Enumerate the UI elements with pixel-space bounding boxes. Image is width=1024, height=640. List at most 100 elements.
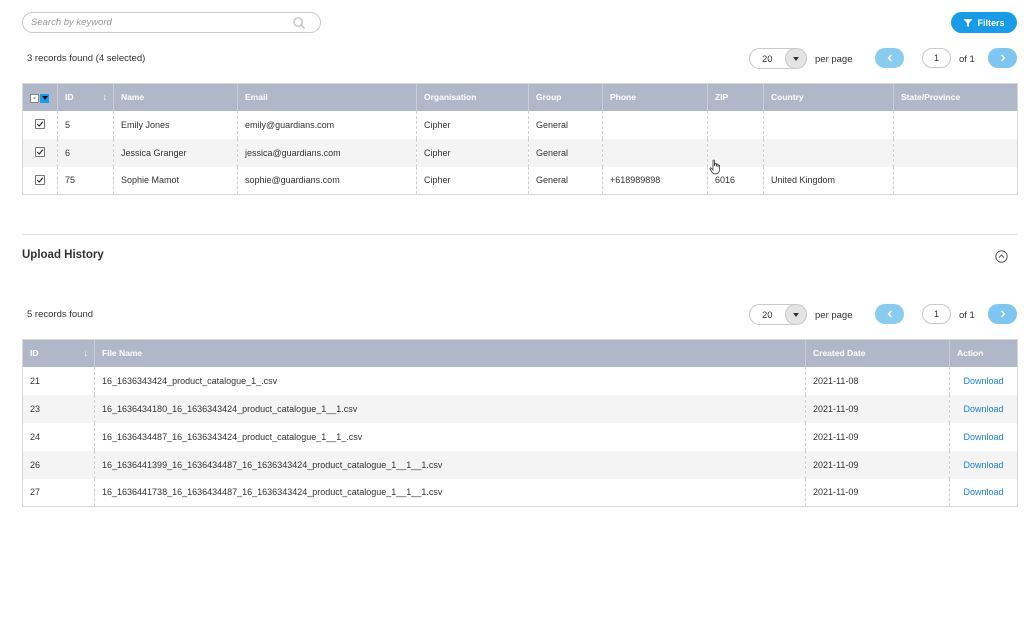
cell-id: 5	[57, 110, 114, 139]
col-organisation[interactable]: Organisation	[416, 83, 529, 111]
cell-id: 21	[22, 366, 95, 395]
cell-id: 23	[22, 394, 95, 423]
col-zip[interactable]: ZIP	[707, 83, 764, 111]
cell-id: 75	[57, 166, 114, 195]
cell-created-date: 2021-11-09	[805, 394, 950, 423]
filters-button[interactable]: Filters	[951, 12, 1017, 33]
per-page-select[interactable]: 20	[749, 48, 807, 69]
cell-organisation: Cipher	[416, 138, 529, 167]
select-options-dropdown[interactable]	[40, 93, 49, 103]
cell-email: emily@guardians.com	[237, 110, 417, 139]
table-row[interactable]: 6 Jessica Granger jessica@guardians.com …	[22, 138, 1018, 167]
page-total-label: of 1	[959, 310, 975, 321]
chevron-right-icon	[1000, 54, 1005, 62]
row-select-cell	[22, 138, 58, 167]
per-page-label: per page	[815, 54, 853, 65]
cell-organisation: Cipher	[416, 110, 529, 139]
row-checkbox[interactable]	[35, 119, 45, 129]
cell-name: Jessica Granger	[113, 138, 238, 167]
col-name[interactable]: Name	[113, 83, 238, 111]
col-created-date[interactable]: Created Date	[805, 339, 950, 367]
section-divider	[22, 234, 1017, 235]
per-page-label: per page	[815, 310, 853, 321]
col-group[interactable]: Group	[528, 83, 603, 111]
select-all-header: -	[22, 83, 58, 111]
cell-created-date: 2021-11-09	[805, 422, 950, 451]
sort-arrow-icon[interactable]: ↓	[84, 348, 89, 358]
chevron-left-icon	[887, 310, 892, 318]
upload-history-title: Upload History	[22, 249, 104, 261]
col-country[interactable]: Country	[763, 83, 894, 111]
upload-page-number-input[interactable]: 1	[922, 304, 951, 324]
cell-file-name: 16_1636343424_product_catalogue_1_.csv	[94, 366, 806, 395]
upload-header-row: ID ↓ File Name Created Date Action	[22, 339, 1018, 367]
collapse-icon[interactable]	[995, 250, 1008, 263]
cell-state	[893, 166, 1018, 195]
select-all-checkbox[interactable]: -	[30, 93, 39, 103]
col-id[interactable]: ID ↓	[57, 83, 114, 111]
cell-id: 6	[57, 138, 114, 167]
upload-history-table: ID ↓ File Name Created Date Action 21 16_…	[22, 339, 1018, 507]
cell-created-date: 2021-11-09	[805, 478, 950, 507]
row-checkbox[interactable]	[35, 147, 45, 157]
chevron-right-icon	[1000, 310, 1005, 318]
table-row: 27 16_1636441738_16_1636434487_16_163634…	[22, 478, 1018, 507]
cell-phone	[602, 138, 708, 167]
sort-arrow-icon[interactable]: ↓	[103, 92, 108, 102]
col-phone[interactable]: Phone	[602, 83, 708, 111]
col-state[interactable]: State/Province	[893, 83, 1018, 111]
cell-file-name: 16_1636434487_16_1636343424_product_cata…	[94, 422, 806, 451]
checkmark-icon	[36, 149, 44, 155]
cell-country	[763, 138, 894, 167]
table-row[interactable]: 75 Sophie Mamot sophie@guardians.com Cip…	[22, 166, 1018, 195]
filters-label: Filters	[977, 17, 1005, 28]
col-id[interactable]: ID ↓	[22, 339, 95, 367]
per-page-dropdown-button[interactable]	[785, 48, 807, 69]
table-row[interactable]: 5 Emily Jones emily@guardians.com Cipher…	[22, 110, 1018, 139]
col-file-name[interactable]: File Name	[94, 339, 806, 367]
cell-zip	[707, 110, 764, 139]
row-checkbox[interactable]	[35, 174, 45, 185]
cell-action: Download	[949, 450, 1018, 479]
row-select-cell	[22, 166, 58, 195]
page-total-label: of 1	[959, 54, 975, 65]
cell-state	[893, 110, 1018, 139]
upload-per-page-select[interactable]: 20	[749, 304, 807, 325]
download-link[interactable]: Download	[963, 432, 1003, 442]
page-number-input[interactable]: 1	[922, 48, 951, 68]
search-box	[22, 12, 321, 33]
download-link[interactable]: Download	[963, 487, 1003, 497]
cell-action: Download	[949, 422, 1018, 451]
upload-next-page-button[interactable]	[988, 304, 1017, 324]
records-header-row: - ID ↓ Name Email Organisation Group Phon…	[22, 83, 1018, 111]
filter-icon	[963, 18, 973, 27]
cell-phone: +618989898	[602, 166, 708, 195]
cell-action: Download	[949, 394, 1018, 423]
table-row: 26 16_1636441399_16_1636434487_16_163634…	[22, 450, 1018, 479]
search-input[interactable]	[31, 13, 281, 32]
col-email[interactable]: Email	[237, 83, 417, 111]
prev-page-button[interactable]	[875, 48, 904, 68]
cell-action: Download	[949, 478, 1018, 507]
download-link[interactable]: Download	[963, 404, 1003, 414]
caret-down-icon	[793, 56, 799, 61]
table-row: 21 16_1636343424_product_catalogue_1_.cs…	[22, 366, 1018, 395]
per-page-value: 20	[762, 310, 773, 321]
next-page-button[interactable]	[988, 48, 1017, 68]
cell-id: 26	[22, 450, 95, 479]
checkmark-icon	[36, 177, 44, 183]
cell-country	[763, 110, 894, 139]
select-all-control[interactable]: -	[30, 93, 49, 103]
upload-prev-page-button[interactable]	[875, 304, 904, 324]
search-icon[interactable]	[292, 16, 306, 30]
cell-group: General	[528, 138, 603, 167]
download-link[interactable]: Download	[963, 376, 1003, 386]
per-page-dropdown-button[interactable]	[785, 304, 807, 325]
col-action: Action	[949, 339, 1018, 367]
per-page-value: 20	[762, 54, 773, 65]
download-link[interactable]: Download	[963, 460, 1003, 470]
chevron-left-icon	[887, 54, 892, 62]
cell-file-name: 16_1636434180_16_1636343424_product_cata…	[94, 394, 806, 423]
cell-action: Download	[949, 366, 1018, 395]
cell-id: 27	[22, 478, 95, 507]
